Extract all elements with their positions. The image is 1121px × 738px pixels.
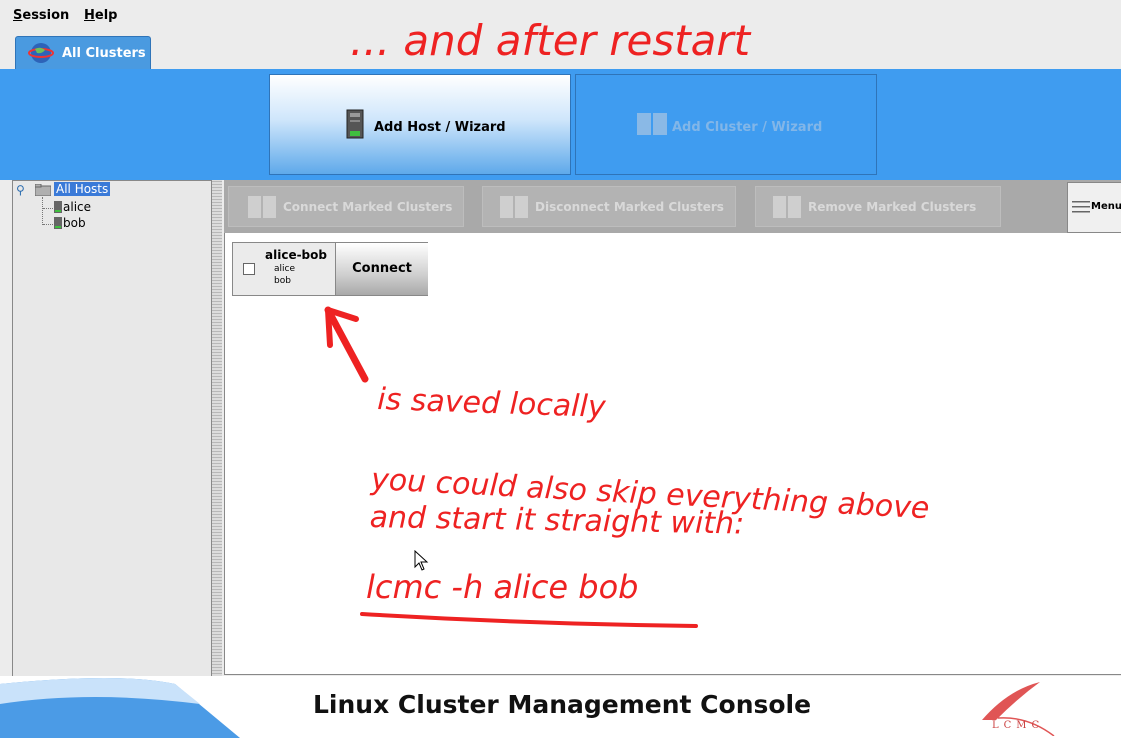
add-cluster-label: Add Cluster / Wizard bbox=[672, 120, 823, 135]
tree-root-all-hosts[interactable]: All Hosts bbox=[54, 182, 111, 196]
tab-label: All Clusters bbox=[62, 46, 146, 61]
cluster-host: alice bbox=[274, 264, 296, 274]
menu-help[interactable]: Help bbox=[84, 8, 117, 23]
menu-session-mnemonic: S bbox=[13, 8, 23, 23]
cluster-card: alice-bob alice bob Connect bbox=[232, 242, 428, 296]
host-tree: ⚲ All Hosts alice bob bbox=[12, 180, 212, 678]
remove-marked-label: Remove Marked Clusters bbox=[808, 200, 977, 214]
menu-button[interactable]: Menu bbox=[1067, 182, 1121, 233]
cluster-icon bbox=[500, 196, 528, 218]
menu-help-mnemonic: H bbox=[84, 8, 95, 23]
cluster-action-toolbar: Connect Marked Clusters Disconnect Marke… bbox=[224, 180, 1121, 233]
cluster-icon bbox=[773, 196, 801, 218]
menu-session[interactable]: Session bbox=[13, 8, 69, 23]
menu-label: Menu bbox=[1091, 201, 1121, 212]
tab-all-clusters[interactable]: All Clusters bbox=[15, 36, 151, 69]
tree-line bbox=[43, 224, 53, 225]
server-icon bbox=[346, 109, 364, 139]
disconnect-marked-clusters-button[interactable]: Disconnect Marked Clusters bbox=[482, 186, 736, 227]
tree-host-alice[interactable]: alice bbox=[63, 200, 91, 214]
annotation-command: lcmc -h alice bob bbox=[366, 568, 639, 606]
menu-session-label: ession bbox=[22, 8, 70, 23]
add-host-wizard-button[interactable]: Add Host / Wizard bbox=[269, 74, 571, 175]
red-arrow-icon bbox=[324, 306, 369, 383]
expand-toggle-icon[interactable]: ⚲ bbox=[16, 183, 25, 197]
lcmc-logo-text: LCMC bbox=[992, 720, 1045, 731]
cluster-host: bob bbox=[274, 276, 291, 286]
add-host-label: Add Host / Wizard bbox=[374, 120, 506, 135]
annotation-title: ... and after restart bbox=[350, 16, 751, 65]
annotation-line2: and start it straight with: bbox=[369, 500, 745, 542]
tree-host-bob[interactable]: bob bbox=[63, 216, 86, 230]
remove-marked-clusters-button[interactable]: Remove Marked Clusters bbox=[755, 186, 1001, 227]
cluster-name: alice-bob bbox=[265, 248, 327, 262]
globe-icon bbox=[28, 43, 54, 63]
host-icon bbox=[54, 201, 62, 213]
connect-button[interactable]: Connect bbox=[335, 243, 428, 295]
splitter-handle[interactable] bbox=[212, 180, 222, 676]
underline-stroke bbox=[360, 612, 698, 628]
tree-line bbox=[43, 208, 53, 209]
cluster-icon bbox=[637, 113, 667, 135]
swoosh-decoration bbox=[0, 678, 240, 738]
hamburger-icon bbox=[1072, 201, 1090, 213]
disconnect-marked-label: Disconnect Marked Clusters bbox=[535, 200, 724, 214]
connect-marked-clusters-button[interactable]: Connect Marked Clusters bbox=[228, 186, 464, 227]
menu-help-label: elp bbox=[94, 8, 118, 23]
cluster-checkbox[interactable] bbox=[243, 263, 255, 275]
add-cluster-wizard-button[interactable]: Add Cluster / Wizard bbox=[575, 74, 877, 175]
footer-banner: Linux Cluster Management Console LCMC bbox=[0, 676, 1121, 738]
host-icon bbox=[54, 217, 62, 229]
folder-icon bbox=[35, 184, 51, 196]
footer-title: Linux Cluster Management Console bbox=[313, 690, 812, 719]
connect-marked-label: Connect Marked Clusters bbox=[283, 200, 453, 214]
cluster-icon bbox=[248, 196, 276, 218]
tree-line bbox=[42, 197, 44, 225]
